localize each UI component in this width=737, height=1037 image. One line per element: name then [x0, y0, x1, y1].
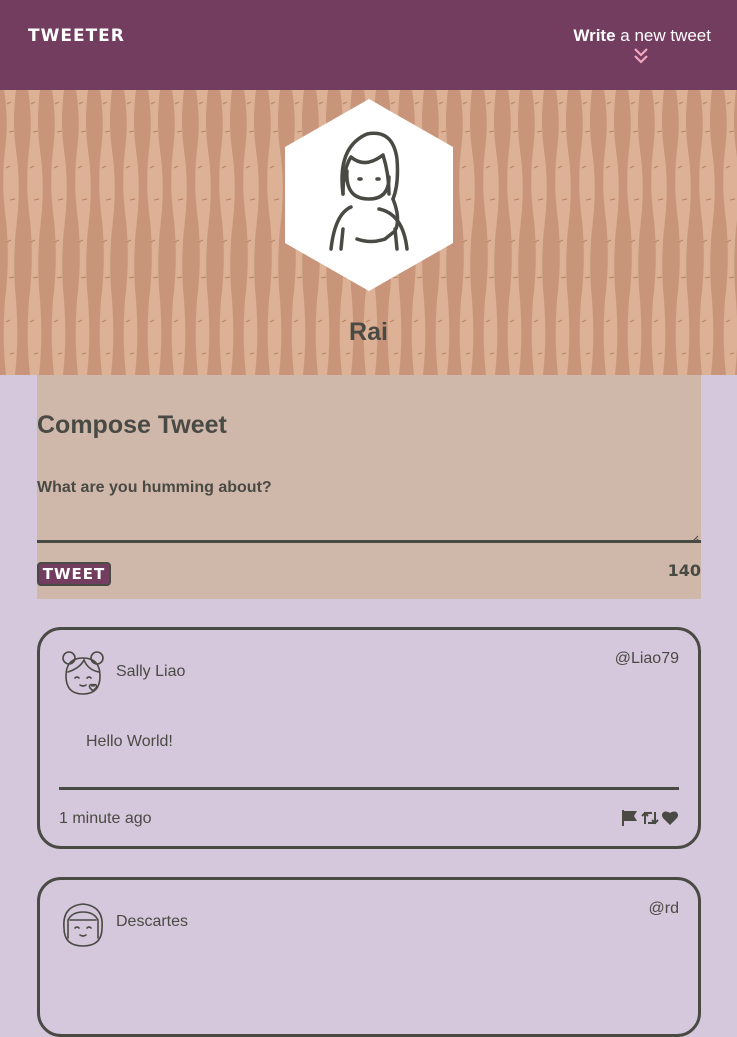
tweet-card: Descartes @rd — [37, 877, 701, 1037]
top-nav: TWEETER Write a new tweet — [0, 0, 737, 90]
brand-logo[interactable]: TWEETER — [28, 26, 125, 46]
compose-section: Compose Tweet TWEET 140 — [37, 375, 701, 599]
profile-avatar — [285, 99, 453, 291]
write-rest-text: a new tweet — [615, 26, 711, 45]
retweet-icon[interactable] — [641, 809, 659, 827]
compose-heading: Compose Tweet — [37, 411, 227, 439]
tweet-author-name: Sally Liao — [116, 663, 186, 680]
write-bold-text: Write — [573, 26, 616, 45]
resize-grip-icon[interactable] — [691, 535, 699, 543]
tweet-actions — [621, 809, 679, 827]
tweet-author-name: Descartes — [116, 913, 189, 930]
profile-header: Rai — [0, 90, 737, 375]
char-counter: 140 — [667, 561, 701, 580]
tweet-content: Hello World! — [86, 733, 173, 750]
tweet-timestamp: 1 minute ago — [59, 810, 152, 827]
bob-hair-avatar-icon — [63, 903, 103, 947]
flag-icon[interactable] — [621, 809, 639, 827]
double-chevron-down-icon[interactable] — [633, 46, 649, 66]
tweet-card: Sally Liao @Liao79 Hello World! 1 minute… — [37, 627, 701, 849]
tweet-submit-button[interactable]: TWEET — [37, 562, 111, 586]
write-new-tweet-link[interactable]: Write a new tweet — [573, 26, 711, 46]
tweet-divider — [59, 787, 679, 790]
tweet-text-input[interactable] — [37, 479, 701, 543]
girl-buns-avatar-icon — [62, 651, 104, 695]
profile-name: Rai — [349, 318, 388, 346]
tweet-author-handle: @rd — [648, 900, 679, 917]
tweet-author-handle: @Liao79 — [614, 650, 679, 667]
heart-icon[interactable] — [661, 809, 679, 827]
